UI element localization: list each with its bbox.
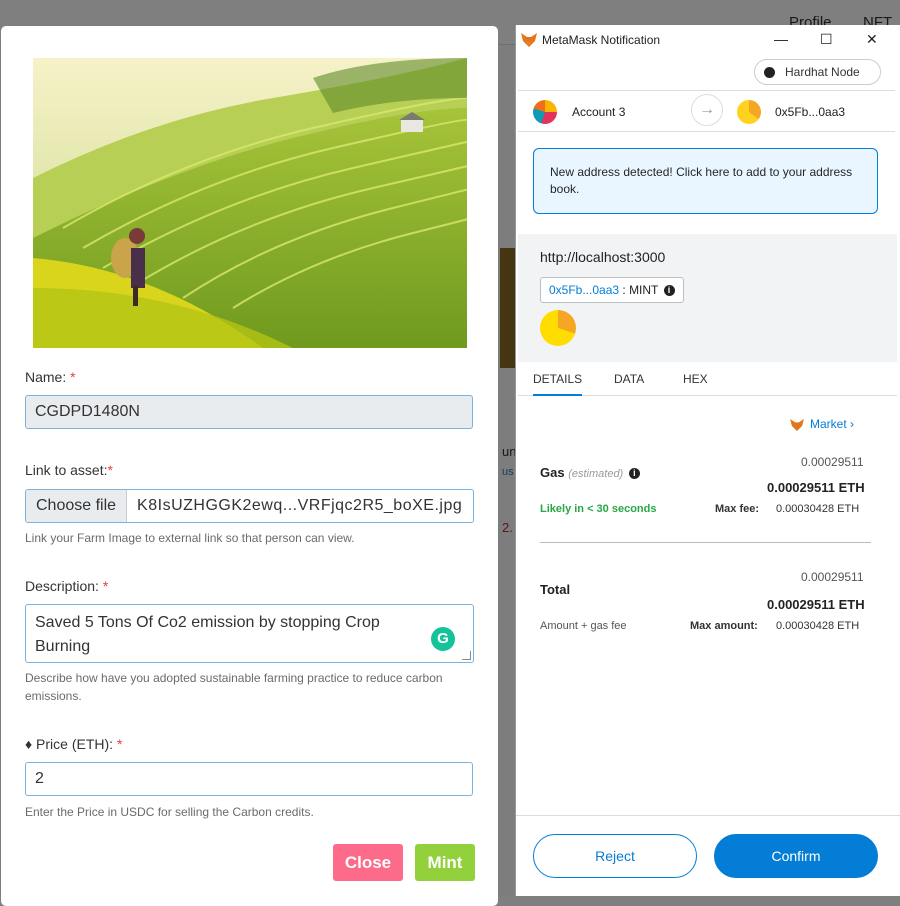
choose-file-button[interactable]: Choose file bbox=[26, 490, 128, 522]
account-bar: Account 3 → 0x5Fb...0aa3 bbox=[518, 90, 895, 132]
price-label: ♦ Price (ETH): * bbox=[25, 736, 123, 752]
tab-data[interactable]: DATA bbox=[614, 372, 644, 386]
max-fee-label: Max fee: bbox=[715, 503, 760, 515]
confirm-button[interactable]: Confirm bbox=[714, 834, 878, 878]
price-input[interactable]: 2 bbox=[25, 762, 473, 796]
metamask-window: MetaMask Notification — ☐ ✕ Hardhat Node… bbox=[515, 25, 900, 896]
market-link[interactable]: Market › bbox=[790, 417, 854, 431]
arrow-right-icon: → bbox=[691, 94, 723, 126]
tab-details[interactable]: DETAILS bbox=[533, 372, 583, 396]
chevron-right-icon: › bbox=[850, 417, 855, 431]
contract-avatar bbox=[540, 310, 576, 346]
close-button[interactable]: Close bbox=[333, 844, 403, 881]
tab-hex[interactable]: HEX bbox=[683, 372, 708, 386]
price-help-text: Enter the Price in USDC for selling the … bbox=[25, 805, 314, 819]
farm-image bbox=[33, 58, 467, 348]
window-title: MetaMask Notification bbox=[542, 33, 661, 47]
max-fee-value: 0.00030428 ETH bbox=[776, 503, 860, 515]
resize-handle-icon[interactable] bbox=[462, 651, 471, 660]
divider bbox=[540, 542, 871, 543]
recipient-avatar bbox=[737, 100, 761, 124]
network-selector[interactable]: Hardhat Node bbox=[754, 59, 881, 85]
max-amount-value: 0.00030428 ETH bbox=[776, 620, 860, 632]
ethereum-icon: ♦ bbox=[25, 736, 33, 752]
info-icon[interactable]: i bbox=[663, 285, 675, 297]
network-status-icon bbox=[764, 67, 775, 78]
new-address-alert[interactable]: New address detected! Click here to add … bbox=[533, 148, 878, 214]
description-value: Saved 5 Tons Of Co2 emission by stopping… bbox=[35, 614, 380, 655]
method-chip: 0x5Fb...0aa3 : MINT i bbox=[540, 277, 684, 303]
grammarly-icon[interactable]: G bbox=[431, 627, 455, 651]
description-help-text: Describe how have you adopted sustainabl… bbox=[25, 671, 443, 703]
file-input[interactable]: Choose file K8IsUZHGGK2ewq...VRFjqc2R5_b… bbox=[25, 489, 474, 523]
name-input[interactable]: CGDPD1480N bbox=[25, 395, 473, 429]
total-eth: 0.00029511 ETH bbox=[767, 597, 865, 612]
mint-button[interactable]: Mint bbox=[415, 844, 475, 881]
transaction-origin-panel: http://localhost:3000 0x5Fb...0aa3 : MIN… bbox=[518, 234, 897, 362]
gas-eth: 0.00029511 ETH bbox=[767, 480, 865, 495]
max-amount-label: Max amount: bbox=[690, 620, 758, 632]
gas-value: 0.00029511 bbox=[801, 455, 864, 469]
maximize-icon[interactable]: ☐ bbox=[820, 31, 833, 48]
name-label: Name: * bbox=[25, 369, 76, 385]
action-footer: Reject Confirm bbox=[516, 815, 900, 897]
account-avatar bbox=[533, 100, 557, 124]
reject-button[interactable]: Reject bbox=[533, 834, 697, 878]
to-address[interactable]: 0x5Fb...0aa3 bbox=[775, 105, 845, 119]
description-label: Description: * bbox=[25, 578, 109, 594]
file-name: K8IsUZHGGK2ewq...VRFjqc2R5_boXE.jpg bbox=[137, 497, 463, 514]
metamask-fox-icon bbox=[790, 418, 804, 431]
amount-gas-label: Amount + gas fee bbox=[540, 620, 627, 632]
transaction-tabs: DETAILS DATA HEX bbox=[518, 362, 897, 396]
mint-modal: Name: * CGDPD1480N Link to asset:* Choos… bbox=[1, 26, 498, 906]
likely-time: Likely in < 30 seconds bbox=[540, 503, 657, 515]
window-titlebar: MetaMask Notification — ☐ ✕ bbox=[516, 25, 900, 55]
link-help-text: Link your Farm Image to external link so… bbox=[25, 531, 355, 545]
gas-label: Gas (estimated) i bbox=[540, 465, 640, 480]
description-textarea[interactable]: Saved 5 Tons Of Co2 emission by stopping… bbox=[25, 604, 474, 663]
contract-address[interactable]: 0x5Fb...0aa3 bbox=[549, 283, 619, 297]
info-icon[interactable]: i bbox=[628, 468, 640, 480]
minimize-icon[interactable]: — bbox=[774, 31, 788, 47]
metamask-fox-icon bbox=[521, 33, 537, 47]
origin-url: http://localhost:3000 bbox=[540, 249, 666, 265]
link-label: Link to asset:* bbox=[25, 462, 113, 478]
close-icon[interactable]: ✕ bbox=[866, 31, 878, 48]
from-account[interactable]: Account 3 bbox=[572, 105, 625, 119]
method-name: : MINT bbox=[619, 283, 659, 297]
total-value: 0.00029511 bbox=[801, 570, 864, 584]
network-name: Hardhat Node bbox=[785, 65, 860, 79]
total-label: Total bbox=[540, 582, 571, 597]
